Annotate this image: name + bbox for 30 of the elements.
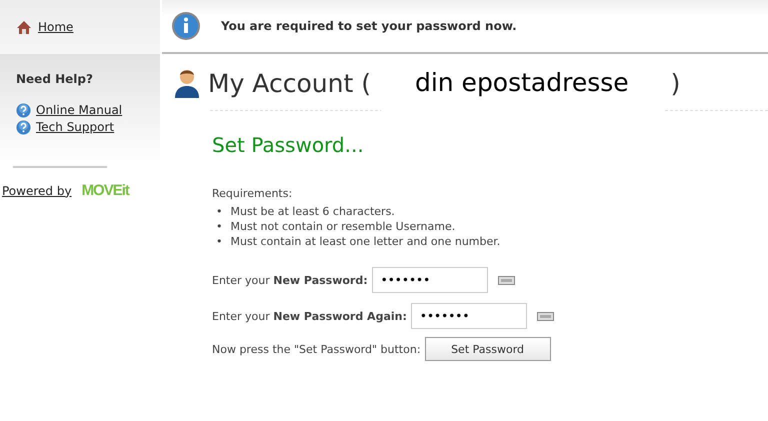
- powered-by-link[interactable]: Powered by: [2, 184, 72, 198]
- house-icon: [16, 20, 32, 34]
- bullet: •: [216, 234, 222, 249]
- keyboard-icon[interactable]: [498, 276, 515, 284]
- bullet: •: [216, 219, 222, 234]
- requirements-label: Requirements:: [212, 187, 294, 200]
- help-icon: [16, 103, 31, 118]
- help-heading: Need Help?: [16, 72, 94, 86]
- help-link[interactable]: Tech Support: [36, 119, 114, 136]
- requirement-item: Must contain at least one letter and one number.: [230, 234, 500, 249]
- info-icon: [171, 11, 201, 41]
- bullet: •: [216, 204, 222, 219]
- user-icon: [174, 68, 200, 98]
- requirement-item: Must be at least 6 characters.: [230, 204, 395, 219]
- help-icon: [16, 120, 31, 135]
- account-title: My Account (: [208, 68, 371, 98]
- section-heading: Set Password...: [212, 133, 365, 157]
- account-title-end: ): [670, 68, 680, 98]
- brand-logo: MOVEit: [82, 182, 129, 199]
- password-field[interactable]: •••••••: [372, 267, 488, 293]
- field-label: Enter your New Password:: [212, 274, 368, 286]
- keyboard-icon[interactable]: [536, 312, 554, 320]
- set-password-button[interactable]: Set Password: [424, 337, 551, 361]
- password-field[interactable]: •••••••: [410, 303, 527, 329]
- requirement-item: Must not contain or resemble Username.: [230, 219, 456, 234]
- submit-label: Now press the "Set Password" button:: [212, 342, 421, 356]
- notice-text: You are required to set your password now.: [221, 19, 517, 33]
- help-link[interactable]: Online Manual: [36, 102, 122, 119]
- home-link[interactable]: Home: [38, 20, 74, 34]
- field-label: Enter your New Password Again:: [212, 310, 407, 322]
